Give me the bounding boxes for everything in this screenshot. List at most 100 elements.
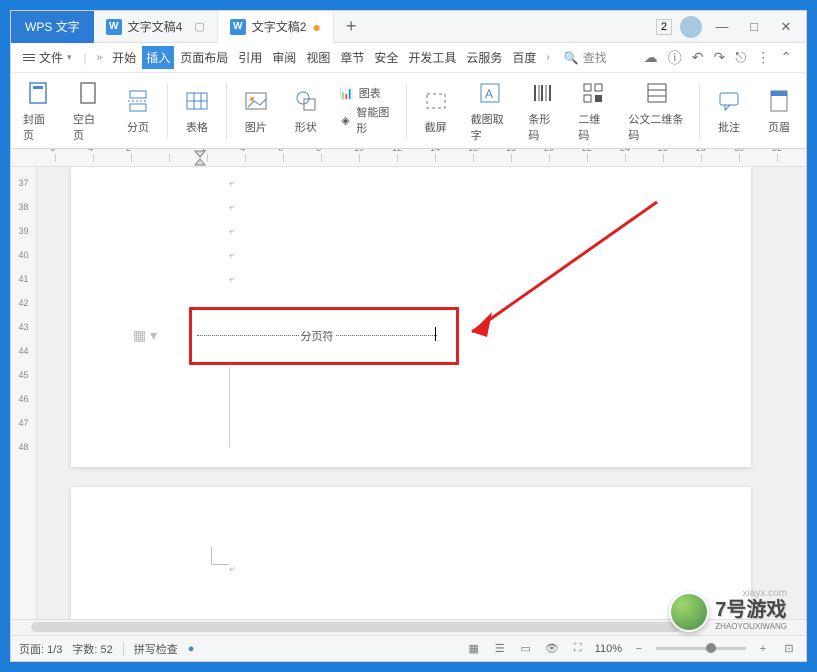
- new-tab-button[interactable]: +: [334, 16, 369, 37]
- ribbon-shapes[interactable]: 形状: [285, 87, 327, 135]
- view-print-icon[interactable]: ▦: [465, 640, 483, 658]
- minimize-button[interactable]: —: [710, 15, 734, 39]
- ribbon-chart[interactable]: 📊图表: [339, 85, 394, 101]
- titlebar-controls: 2 — □ ✕: [656, 15, 806, 39]
- header-icon: [765, 87, 793, 115]
- tab-label: 文字文稿2: [252, 18, 307, 35]
- ribbon-cover-page[interactable]: 封面页: [17, 79, 59, 143]
- ribbon-barcode[interactable]: 条形码: [522, 79, 564, 143]
- chart-icon: 📊: [339, 85, 355, 101]
- document-tab-2[interactable]: W 文字文稿2 ●: [218, 11, 334, 43]
- cloud-sync-icon[interactable]: ☁: [644, 49, 658, 66]
- document-tab-1[interactable]: W 文字文稿4 ▢: [94, 11, 218, 43]
- picture-icon: [242, 87, 270, 115]
- file-menu[interactable]: 文件 ▾: [17, 47, 78, 68]
- spellcheck-toggle[interactable]: 拼写检查: [134, 641, 178, 657]
- page-break-indicator: 分页符: [197, 335, 437, 352]
- zoom-out-button[interactable]: −: [630, 640, 648, 658]
- menubar-right-icons: ☁ ⓘ ↶ ↷ ⎋ ⋮ ⌃: [644, 48, 800, 68]
- ribbon-picture[interactable]: 图片: [235, 87, 277, 135]
- menubar: 文件 ▾ | » 开始 插入 页面布局 引用 审阅 视图 章节 安全 开发工具 …: [11, 43, 806, 73]
- ribbon-comment[interactable]: 批注: [708, 87, 750, 135]
- user-avatar[interactable]: [680, 16, 702, 38]
- zoom-in-button[interactable]: +: [754, 640, 772, 658]
- smartart-icon: ◈: [339, 112, 353, 128]
- ribbon-ocr[interactable]: A 截图取字: [465, 79, 515, 143]
- zoom-slider[interactable]: [656, 647, 746, 650]
- window-index[interactable]: 2: [656, 19, 672, 35]
- menu-baidu[interactable]: 百度: [508, 46, 540, 69]
- menu-page-layout[interactable]: 页面布局: [176, 46, 232, 69]
- horizontal-ruler[interactable]: 6422468101214161820222426283032343638: [11, 149, 806, 167]
- ribbon-table[interactable]: 表格: [176, 87, 218, 135]
- ribbon-gov-qrcode[interactable]: 公文二维条码: [622, 79, 691, 143]
- word-count[interactable]: 字数: 52: [72, 641, 112, 657]
- user-icon[interactable]: ⓘ: [668, 48, 682, 68]
- barcode-icon: [529, 79, 557, 107]
- redo-icon[interactable]: ↷: [713, 49, 725, 66]
- search-box[interactable]: 🔍 查找: [564, 49, 607, 66]
- titlebar: WPS 文字 W 文字文稿4 ▢ W 文字文稿2 ● + 2 — □ ✕: [11, 11, 806, 43]
- document-page-2[interactable]: ⤶: [71, 487, 751, 619]
- word-doc-icon: W: [106, 19, 122, 35]
- zoom-level[interactable]: 110%: [595, 643, 622, 655]
- statusbar-right: ▦ ☰ ▭ 👁 ⛶ 110% − + ⊡: [465, 640, 798, 658]
- maximize-button[interactable]: □: [742, 15, 766, 39]
- paragraph-mark-icon: ⤶: [229, 225, 235, 238]
- svg-text:A: A: [485, 87, 493, 101]
- qrcode-icon: [579, 79, 607, 107]
- paragraph-mark-icon: ⤶: [229, 177, 235, 190]
- workspace: 373839404142434445464748 ⤶ ⤶ ⤶ ⤶ ⤶ ▦ ▾ 分…: [11, 167, 806, 619]
- paragraph-mark-icon: ⤶: [229, 563, 235, 576]
- statusbar: 页面: 1/3 字数: 52 拼写检查 ● ▦ ☰ ▭ 👁 ⛶ 110% − +…: [11, 635, 806, 661]
- vertical-ruler[interactable]: 373839404142434445464748: [11, 167, 37, 619]
- document-canvas[interactable]: ⤶ ⤶ ⤶ ⤶ ⤶ ▦ ▾ 分页符 ⤶: [37, 167, 806, 619]
- view-read-icon[interactable]: 👁: [543, 640, 561, 658]
- ribbon-qrcode[interactable]: 二维码: [572, 79, 614, 143]
- page-indicator[interactable]: 页面: 1/3: [19, 641, 62, 657]
- menu-start[interactable]: 开始: [108, 46, 140, 69]
- tab-close-icon[interactable]: ▢: [194, 20, 204, 33]
- scrollbar-thumb[interactable]: [31, 622, 681, 632]
- scroll-right-icon[interactable]: ›: [542, 52, 553, 63]
- menu-review[interactable]: 审阅: [268, 46, 300, 69]
- scroll-left-icon[interactable]: »: [93, 52, 107, 63]
- close-button[interactable]: ✕: [774, 15, 798, 39]
- menu-dev-tools[interactable]: 开发工具: [404, 46, 460, 69]
- section-options-icon[interactable]: ▦ ▾: [133, 327, 157, 344]
- menu-chapter[interactable]: 章节: [336, 46, 368, 69]
- ribbon-header[interactable]: 页眉: [758, 87, 800, 135]
- screenshot-icon: [422, 87, 450, 115]
- undo-icon[interactable]: ↶: [692, 49, 704, 66]
- menu-cloud[interactable]: 云服务: [462, 46, 506, 69]
- view-web-icon[interactable]: ▭: [517, 640, 535, 658]
- ribbon-screenshot[interactable]: 截屏: [415, 87, 457, 135]
- blank-page-icon: [74, 79, 102, 107]
- paragraph-mark-icon: ⤶: [229, 273, 235, 286]
- fit-page-icon[interactable]: ⊡: [780, 640, 798, 658]
- view-outline-icon[interactable]: ☰: [491, 640, 509, 658]
- page-break-icon: [124, 87, 152, 115]
- ribbon-smartart[interactable]: ◈智能图形: [339, 104, 394, 136]
- menu-insert[interactable]: 插入: [142, 46, 174, 69]
- ocr-icon: A: [476, 79, 504, 107]
- search-icon: 🔍: [564, 51, 579, 65]
- horizontal-scrollbar[interactable]: [11, 619, 806, 635]
- collapse-ribbon-icon[interactable]: ⌃: [780, 49, 792, 66]
- menu-references[interactable]: 引用: [234, 46, 266, 69]
- shapes-icon: [292, 87, 320, 115]
- wps-brand-tab[interactable]: WPS 文字: [11, 11, 94, 43]
- fullscreen-icon[interactable]: ⛶: [569, 640, 587, 658]
- menu-security[interactable]: 安全: [370, 46, 402, 69]
- cover-page-icon: [24, 79, 52, 107]
- ribbon-blank-page[interactable]: 空白页: [67, 79, 109, 143]
- comment-icon: [715, 87, 743, 115]
- ribbon-page-break[interactable]: 分页: [117, 87, 159, 135]
- share-icon[interactable]: ⎋: [735, 49, 746, 66]
- app-window: WPS 文字 W 文字文稿4 ▢ W 文字文稿2 ● + 2 — □ ✕ 文件 …: [10, 10, 807, 662]
- spellcheck-icon[interactable]: ●: [188, 643, 195, 655]
- word-doc-icon: W: [230, 19, 246, 35]
- more-icon[interactable]: ⋮: [756, 49, 770, 66]
- zoom-slider-knob[interactable]: [706, 643, 716, 653]
- menu-view[interactable]: 视图: [302, 46, 334, 69]
